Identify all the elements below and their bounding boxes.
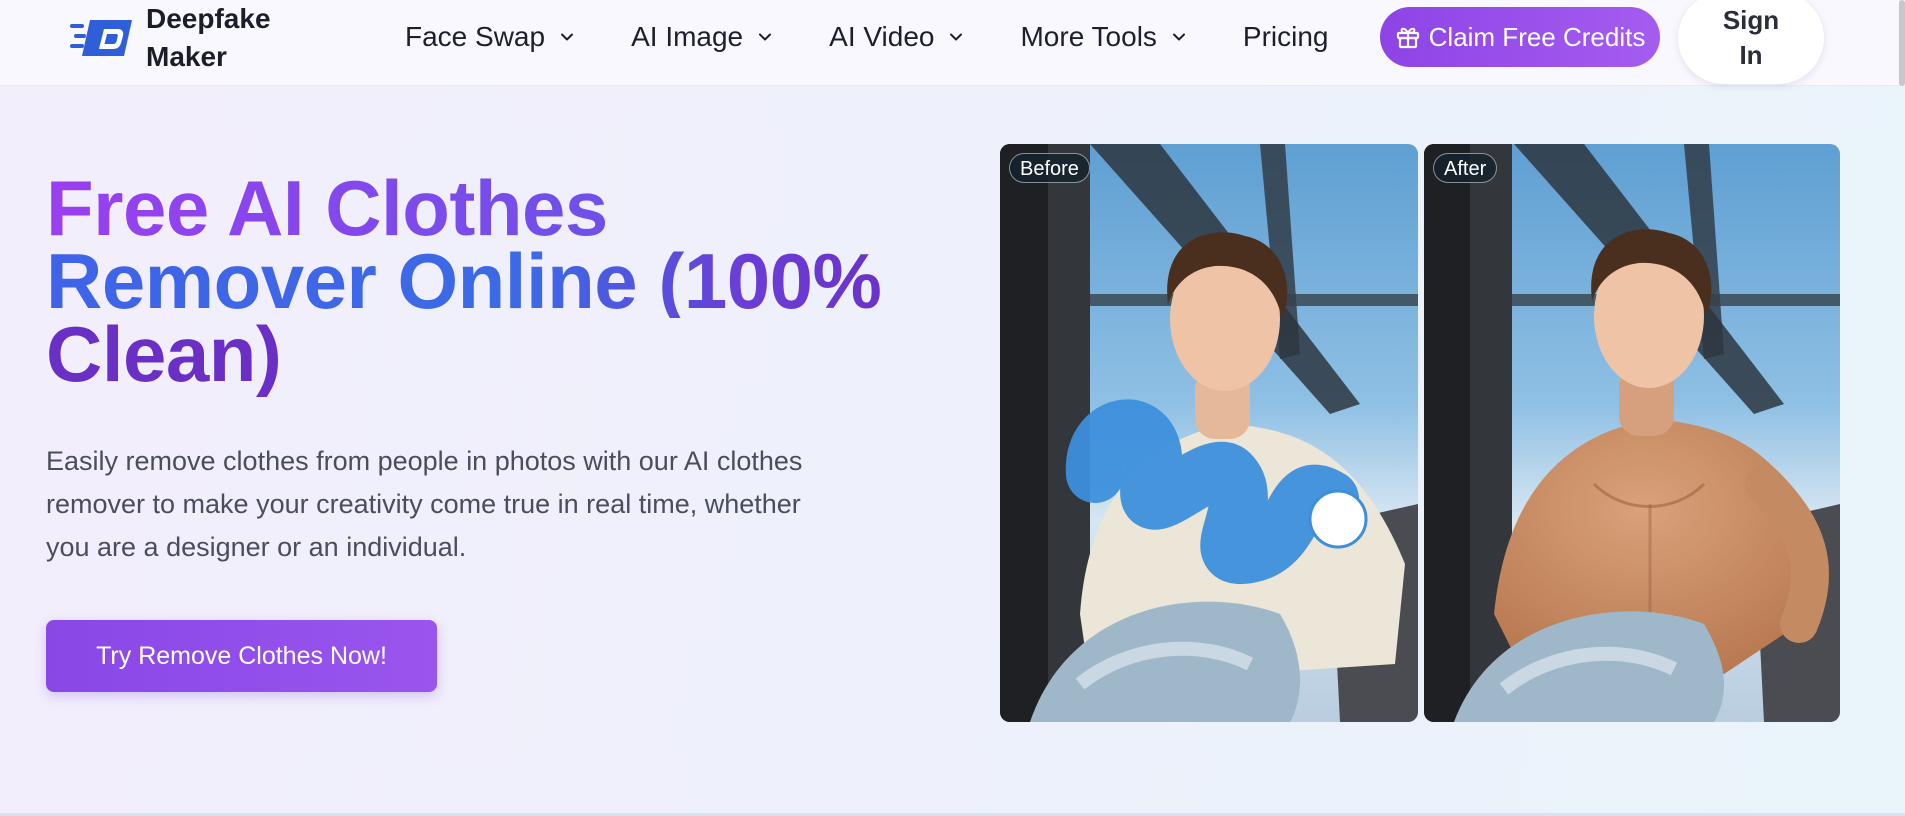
page-title: Free AI Clothes Remover Online (100% Cle…: [46, 169, 926, 398]
brand-name-line2: Maker: [146, 41, 227, 72]
sign-in-label-line1: Sign: [1722, 5, 1780, 35]
nav-item-label: More Tools: [1020, 21, 1157, 52]
after-photo: [1424, 144, 1840, 722]
brand-name: Deepfake Maker: [146, 0, 271, 76]
chevron-down-icon: [561, 33, 574, 41]
brand-name-line1: Deepfake: [146, 3, 271, 34]
hero-description: Easily remove clothes from people in pho…: [46, 446, 803, 562]
after-badge: After: [1433, 153, 1498, 183]
sign-in-button[interactable]: Sign In: [1678, 0, 1824, 84]
nav-item-more-tools[interactable]: More Tools: [1020, 21, 1186, 53]
page-title-line1: Free AI Clothes: [46, 169, 926, 247]
main-nav: Face Swap AI Image AI Video More Tools P…: [405, 0, 1353, 74]
page-title-line3: Clean): [46, 310, 282, 398]
nav-item-face-swap[interactable]: Face Swap: [405, 21, 575, 53]
before-photo: [1000, 144, 1418, 722]
claim-free-credits-button[interactable]: Claim Free Credits: [1380, 7, 1660, 67]
try-remove-clothes-label: Try Remove Clothes Now!: [96, 641, 387, 670]
nav-item-ai-video[interactable]: AI Video: [829, 21, 964, 53]
nav-item-label: Pricing: [1242, 21, 1329, 52]
nav-item-label: Face Swap: [405, 21, 546, 52]
nav-item-pricing[interactable]: Pricing: [1243, 21, 1329, 53]
before-badge: Before: [1009, 153, 1090, 183]
chevron-down-icon: [759, 33, 772, 41]
nav-item-label: AI Image: [631, 21, 744, 52]
after-image: After: [1424, 144, 1840, 722]
claim-free-credits-label: Claim Free Credits: [1428, 21, 1646, 52]
scrollbar-thumb[interactable]: [1899, 0, 1905, 86]
gift-icon: [1396, 27, 1419, 49]
brand-logo[interactable]: Deepfake Maker: [70, 0, 271, 76]
try-remove-clothes-button[interactable]: Try Remove Clothes Now!: [46, 620, 437, 692]
nav-item-label: AI Video: [829, 21, 935, 52]
page-title-line2: Remover Online (100%: [46, 242, 926, 320]
before-image: Before: [1000, 144, 1418, 722]
df-logo-icon: [70, 16, 134, 60]
nav-item-ai-image[interactable]: AI Image: [631, 21, 773, 53]
chevron-down-icon: [950, 33, 963, 41]
chevron-down-icon: [1172, 33, 1185, 41]
top-header: Deepfake Maker Face Swap AI Image AI Vid…: [0, 0, 1905, 86]
sign-in-label-line2: In: [1739, 40, 1763, 70]
